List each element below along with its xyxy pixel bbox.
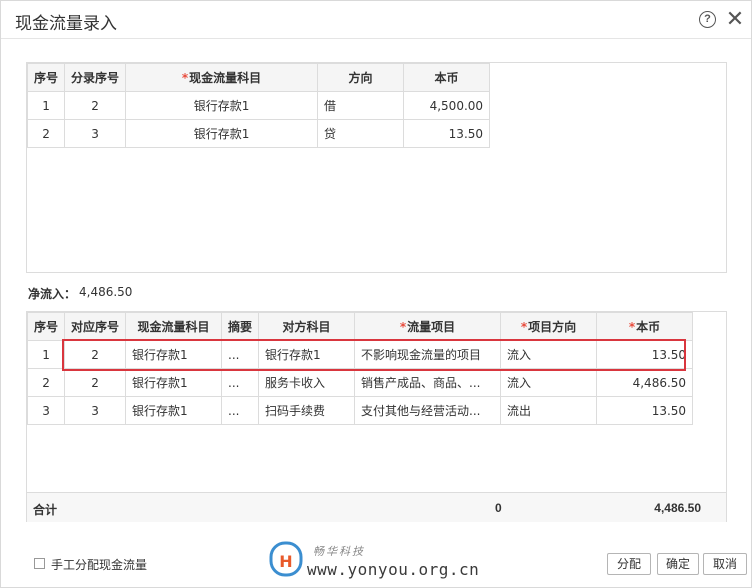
watermark-company: 畅华科技 xyxy=(313,545,365,558)
assign-button[interactable]: 分配 xyxy=(607,553,651,575)
cell-cash-subject[interactable]: 银行存款1 xyxy=(125,340,223,369)
cash-flow-dialog: 现金流量录入 ? ✕ 序号 分录序号 *现金流量科目 方向 本币 1 2 银行存… xyxy=(0,0,752,588)
cell-corresponding-seq: 2 xyxy=(64,368,127,397)
cash-flow-table-panel: 序号 对应序号 现金流量科目 摘要 对方科目 *流量项目 *项目方向 *本币 1… xyxy=(26,311,727,522)
cell-summary[interactable]: ... xyxy=(221,396,260,425)
cell-cash-subject[interactable]: 银行存款1 xyxy=(125,91,319,120)
total-label: 合计 xyxy=(33,503,58,517)
cancel-button[interactable]: 取消 xyxy=(703,553,747,575)
required-mark: * xyxy=(181,71,189,85)
manual-allocate-label[interactable]: 手工分配现金流量 xyxy=(51,556,147,573)
cell-entry-seq: 3 xyxy=(64,119,127,148)
col-seq: 序号 xyxy=(26,312,66,341)
cell-direction: 借 xyxy=(317,91,405,120)
help-icon[interactable]: ? xyxy=(699,11,716,28)
cell-direction: 贷 xyxy=(317,119,405,148)
cell-corresponding-seq: 3 xyxy=(64,396,127,425)
cell-amount: 4,500.00 xyxy=(403,91,491,120)
cell-cash-subject[interactable]: 银行存款1 xyxy=(125,396,223,425)
close-icon[interactable]: ✕ xyxy=(725,7,745,31)
cell-seq: 2 xyxy=(26,119,66,148)
cell-counter-subject[interactable]: 银行存款1 xyxy=(258,340,356,369)
cell-cash-subject[interactable]: 银行存款1 xyxy=(125,368,223,397)
required-mark: * xyxy=(520,320,528,334)
cell-seq: 2 xyxy=(26,368,66,397)
cell-item-direction[interactable]: 流入 xyxy=(500,368,598,397)
total-row: 合计 0 4,486.50 xyxy=(27,492,726,522)
cell-item-direction[interactable]: 流出 xyxy=(500,396,598,425)
total-amount: 4,486.50 xyxy=(654,501,701,515)
col-counter-subject: 对方科目 xyxy=(258,312,356,341)
table-row[interactable]: 2 2 银行存款1 ... 服务卡收入 销售产成品、商品、... 流入 4,48… xyxy=(26,368,694,397)
cell-amount[interactable]: 4,486.50 xyxy=(596,368,694,397)
cell-summary[interactable]: ... xyxy=(221,368,260,397)
manual-allocate-checkbox[interactable] xyxy=(34,558,45,569)
col-amount: 本币 xyxy=(403,63,491,92)
entry-table-panel: 序号 分录序号 *现金流量科目 方向 本币 1 2 银行存款1 借 4,500.… xyxy=(26,62,727,273)
col-cash-subject-label: 现金流量科目 xyxy=(189,71,262,85)
cell-counter-subject[interactable]: 服务卡收入 xyxy=(258,368,356,397)
entry-table: 序号 分录序号 *现金流量科目 方向 本币 1 2 银行存款1 借 4,500.… xyxy=(26,63,491,148)
col-corresponding-seq: 对应序号 xyxy=(64,312,127,341)
cell-flow-item[interactable]: 不影响现金流量的项目 xyxy=(354,340,502,369)
table-row[interactable]: 3 3 银行存款1 ... 扫码手续费 支付其他与经营活动... 流出 13.5… xyxy=(26,396,694,425)
net-inflow-value: 4,486.50 xyxy=(79,285,133,299)
cell-corresponding-seq: 2 xyxy=(64,340,127,369)
entry-table-header: 序号 分录序号 *现金流量科目 方向 本币 xyxy=(26,63,491,92)
required-mark: * xyxy=(628,320,636,334)
col-flow-item-label: 流量项目 xyxy=(407,320,456,334)
cell-amount[interactable]: 13.50 xyxy=(596,340,694,369)
col-cash-subject: *现金流量科目 xyxy=(125,63,319,92)
watermark-url: www.yonyou.org.cn xyxy=(307,560,480,579)
col-item-direction-label: 项目方向 xyxy=(528,320,577,334)
col-summary: 摘要 xyxy=(221,312,260,341)
required-mark: * xyxy=(399,320,407,334)
cell-entry-seq: 2 xyxy=(64,91,127,120)
col-amount-label: 本币 xyxy=(636,320,661,334)
cell-counter-subject[interactable]: 扫码手续费 xyxy=(258,396,356,425)
dialog-title: 现金流量录入 xyxy=(15,14,117,34)
total-zero: 0 xyxy=(495,501,502,515)
table-row[interactable]: 2 3 银行存款1 贷 13.50 xyxy=(26,119,491,148)
col-direction: 方向 xyxy=(317,63,405,92)
cell-amount[interactable]: 13.50 xyxy=(596,396,694,425)
col-cash-subject: 现金流量科目 xyxy=(125,312,223,341)
cell-flow-item[interactable]: 支付其他与经营活动... xyxy=(354,396,502,425)
cell-seq: 1 xyxy=(26,91,66,120)
col-flow-item: *流量项目 xyxy=(354,312,502,341)
cell-seq: 3 xyxy=(26,396,66,425)
cell-item-direction[interactable]: 流入 xyxy=(500,340,598,369)
col-amount: *本币 xyxy=(596,312,694,341)
cell-cash-subject[interactable]: 银行存款1 xyxy=(125,119,319,148)
table-row[interactable]: 1 2 银行存款1 借 4,500.00 xyxy=(26,91,491,120)
net-inflow-label: 净流入： xyxy=(28,287,77,301)
cell-amount: 13.50 xyxy=(403,119,491,148)
col-seq: 序号 xyxy=(26,63,66,92)
svg-text:H: H xyxy=(279,552,292,571)
watermark-logo-icon: H xyxy=(269,539,305,579)
cell-seq: 1 xyxy=(26,340,66,369)
cell-summary[interactable]: ... xyxy=(221,340,260,369)
table-row[interactable]: 1 2 银行存款1 ... 银行存款1 不影响现金流量的项目 流入 13.50 xyxy=(26,340,694,369)
dialog-titlebar: 现金流量录入 ? ✕ xyxy=(1,1,751,39)
cash-flow-table: 序号 对应序号 现金流量科目 摘要 对方科目 *流量项目 *项目方向 *本币 1… xyxy=(26,312,694,425)
cash-flow-table-header: 序号 对应序号 现金流量科目 摘要 对方科目 *流量项目 *项目方向 *本币 xyxy=(26,312,694,341)
cell-flow-item[interactable]: 销售产成品、商品、... xyxy=(354,368,502,397)
col-item-direction: *项目方向 xyxy=(500,312,598,341)
col-entry-seq: 分录序号 xyxy=(64,63,127,92)
ok-button[interactable]: 确定 xyxy=(657,553,699,575)
